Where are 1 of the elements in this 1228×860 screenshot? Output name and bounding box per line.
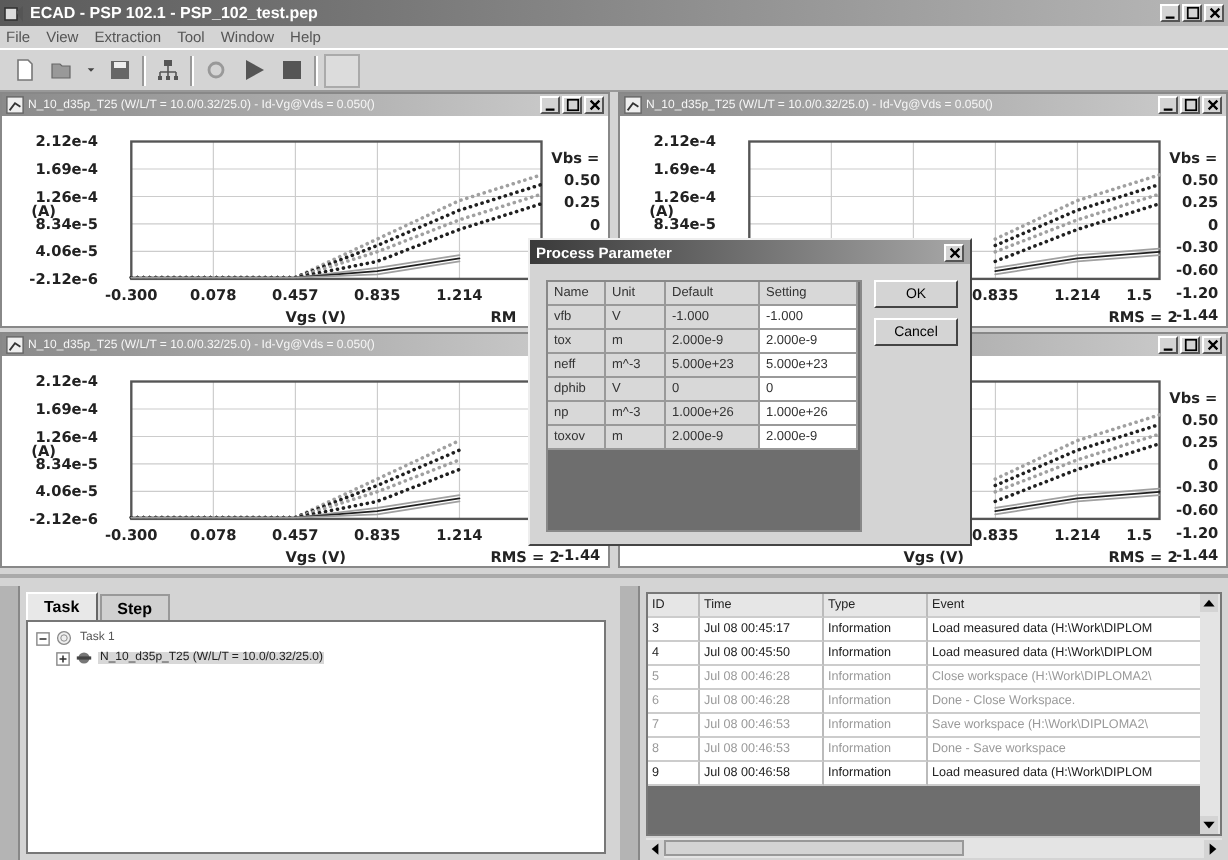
app-title: ECAD - PSP 102.1 - PSP_102_test.pep	[30, 4, 320, 22]
